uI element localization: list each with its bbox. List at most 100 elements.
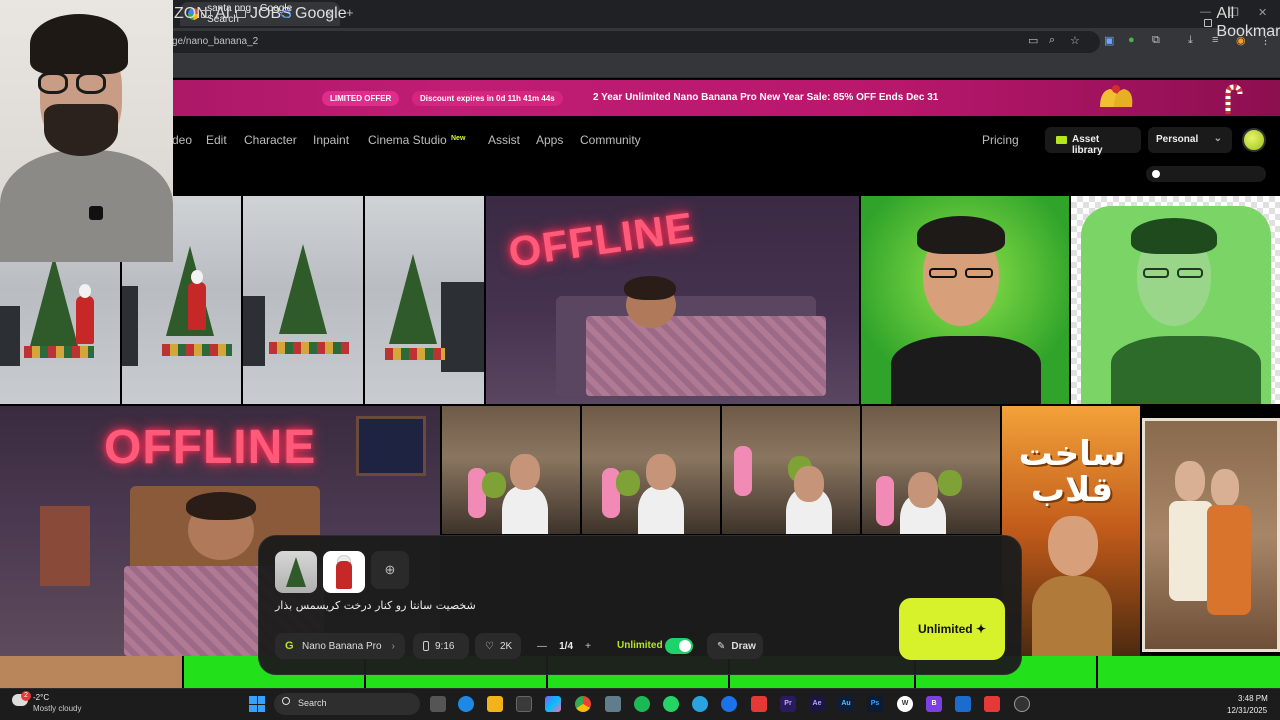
- weather-temperature[interactable]: -2°C: [33, 693, 49, 702]
- gallery-image-barber-3[interactable]: [722, 406, 860, 534]
- webcam-hair: [30, 14, 128, 74]
- nav-cinema-studio[interactable]: Cinema Studio: [368, 133, 447, 147]
- extension-green-icon[interactable]: ●: [1128, 34, 1135, 46]
- nav-edit[interactable]: Edit: [206, 133, 227, 147]
- nav-assist[interactable]: Assist: [488, 133, 520, 147]
- weather-description[interactable]: Mostly cloudy: [33, 704, 81, 713]
- likes-button[interactable]: ♡ 2K: [475, 633, 521, 659]
- new-tab-button[interactable]: +: [346, 5, 354, 20]
- chrome-icon[interactable]: [575, 696, 591, 712]
- model-selector[interactable]: G Nano Banana Pro ›: [275, 633, 405, 659]
- aspect-ratio-label: 9:16: [435, 640, 455, 652]
- address-bar[interactable]: ge/nano_banana_2: [160, 31, 1100, 53]
- gallery-image-tree-3[interactable]: [243, 196, 363, 404]
- gallery-image-pixel-portrait[interactable]: [1071, 196, 1280, 404]
- model-label: Nano Banana Pro: [302, 640, 382, 652]
- promo-text[interactable]: 2 Year Unlimited Nano Banana Pro New Yea…: [593, 92, 938, 103]
- workspace-selector[interactable]: Personal ⌄: [1148, 127, 1232, 153]
- settings-gear-icon[interactable]: [1014, 696, 1030, 712]
- gallery-image-barber-2[interactable]: [582, 406, 720, 534]
- audition-icon[interactable]: Au: [838, 696, 854, 712]
- slider-knob[interactable]: [1152, 170, 1160, 178]
- taskbar-search[interactable]: Search: [274, 693, 420, 715]
- nav-pricing[interactable]: Pricing: [982, 133, 1019, 147]
- prompt-input[interactable]: شخصیت سانتا رو کنار درخت کریسمس بذار: [275, 599, 675, 612]
- bookmarks-bar: [0, 56, 1280, 78]
- draw-button[interactable]: ✎ Draw: [707, 633, 763, 659]
- file-explorer-icon[interactable]: [487, 696, 503, 712]
- translate-icon[interactable]: ▣: [1104, 34, 1114, 47]
- calculator-icon[interactable]: [605, 696, 621, 712]
- bookmark-star-icon[interactable]: ☆: [1070, 34, 1080, 47]
- new-badge: New: [451, 135, 466, 142]
- photoshop-icon[interactable]: Ps: [867, 696, 883, 712]
- gallery-image-barber-1[interactable]: [442, 406, 580, 534]
- bookmark-google[interactable]: Google: [281, 5, 347, 23]
- extensions-puzzle-icon[interactable]: ⧉: [1152, 34, 1160, 47]
- wordpress-icon[interactable]: W: [897, 696, 913, 712]
- copilot-icon[interactable]: [545, 696, 561, 712]
- gallery-image-tree-4[interactable]: [365, 196, 484, 404]
- gallery-image-poster[interactable]: ساخت قلاب: [1002, 406, 1140, 656]
- telegram-icon[interactable]: [692, 696, 708, 712]
- search-icon: [282, 697, 290, 705]
- url-text: ge/nano_banana_2: [172, 36, 259, 47]
- bootstrap-icon[interactable]: B: [926, 696, 942, 712]
- nav-inpaint[interactable]: Inpaint: [313, 133, 349, 147]
- gallery-image-green-portrait[interactable]: [861, 196, 1069, 404]
- nav-video[interactable]: deo: [172, 133, 192, 147]
- weather-badge: 2: [21, 691, 31, 701]
- increment-button[interactable]: +: [585, 641, 591, 652]
- unlimited-toggle[interactable]: [665, 638, 693, 654]
- nav-character[interactable]: Character: [244, 133, 297, 147]
- folder-icon: [1056, 136, 1067, 144]
- likes-count: 2K: [499, 640, 513, 652]
- image-count-stepper[interactable]: — 1/4 +: [527, 633, 601, 659]
- user-avatar[interactable]: [1242, 128, 1266, 152]
- christmas-bells-icon: [1100, 85, 1133, 107]
- edge-icon[interactable]: [458, 696, 474, 712]
- webcam-shirt: [0, 150, 173, 262]
- all-bookmarks[interactable]: All Bookmarks: [1204, 5, 1280, 41]
- gallery-image-vintage-photo[interactable]: [1142, 418, 1280, 652]
- pycharm-icon[interactable]: [955, 696, 971, 712]
- premiere-icon[interactable]: Pr: [780, 696, 796, 712]
- nav-community[interactable]: Community: [580, 133, 641, 147]
- candy-cane-icon: [1225, 84, 1243, 114]
- screen-cast-icon[interactable]: ▭: [1028, 34, 1038, 47]
- generate-label: Unlimited ✦: [917, 622, 987, 636]
- after-effects-icon[interactable]: Ae: [809, 696, 825, 712]
- whatsapp-icon[interactable]: [663, 696, 679, 712]
- download-icon[interactable]: ⤓: [1188, 34, 1193, 47]
- decrement-button[interactable]: —: [537, 641, 547, 652]
- aspect-ratio-selector[interactable]: 9:16: [413, 633, 469, 659]
- vscode-like-icon[interactable]: [721, 696, 737, 712]
- reference-image-santa[interactable]: [323, 551, 365, 593]
- add-image-icon[interactable]: ⊕: [371, 551, 409, 589]
- spotify-icon[interactable]: [634, 696, 650, 712]
- neon-sign-text: OFFLINE: [104, 421, 317, 474]
- reference-image-tree[interactable]: [275, 551, 317, 593]
- task-view-icon[interactable]: [430, 696, 446, 712]
- asset-library-button[interactable]: Asset library: [1045, 127, 1141, 156]
- gallery-image-partial-7[interactable]: [1098, 656, 1280, 688]
- brush-icon: ✎: [717, 640, 726, 652]
- webcam-glasses-right: [76, 72, 106, 94]
- nav-apps[interactable]: Apps: [536, 133, 563, 147]
- gallery-image-partial-1[interactable]: [0, 656, 182, 688]
- clock-time[interactable]: 3:48 PM: [1238, 694, 1268, 703]
- gallery-image-offline-bedroom[interactable]: OFFLINE: [486, 196, 859, 404]
- zoom-icon[interactable]: ⌕: [1049, 34, 1055, 47]
- start-button[interactable]: [249, 696, 265, 712]
- chevron-down-icon: ⌄: [1213, 133, 1222, 144]
- anydesk-icon[interactable]: [751, 696, 767, 712]
- limited-offer-badge: LIMITED OFFER: [322, 91, 400, 106]
- grid-size-slider[interactable]: [1146, 166, 1266, 182]
- store-icon[interactable]: [516, 696, 532, 712]
- anydesk-2-icon[interactable]: [984, 696, 1000, 712]
- clock-date[interactable]: 12/31/2025: [1227, 706, 1267, 715]
- neon-sign-text: OFFLINE: [505, 203, 697, 276]
- bookmark-ai[interactable]: AI: [201, 5, 230, 23]
- generate-button[interactable]: Unlimited ✦: [899, 598, 1005, 660]
- gallery-image-barber-4[interactable]: [862, 406, 1000, 534]
